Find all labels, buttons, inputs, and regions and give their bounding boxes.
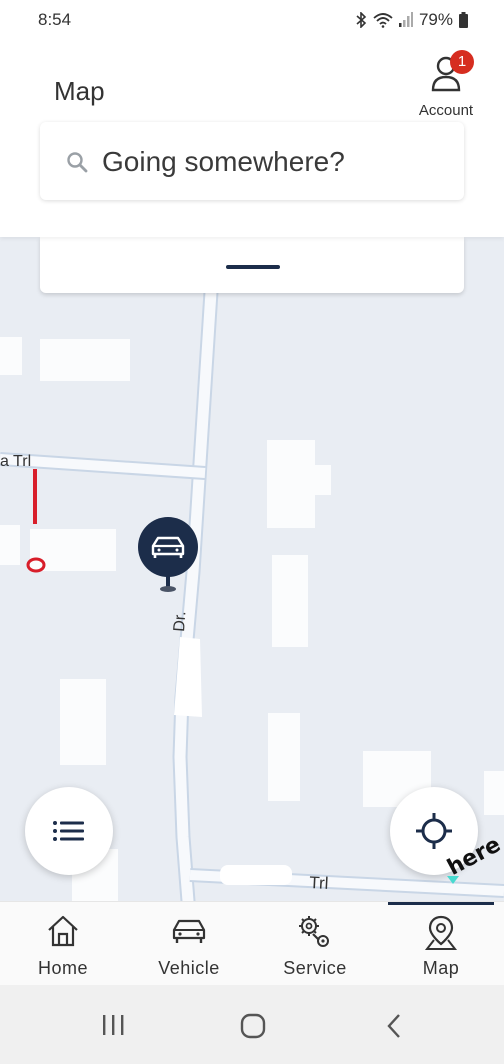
building — [315, 465, 331, 495]
bluetooth-icon — [356, 12, 367, 28]
building — [40, 339, 130, 381]
redaction-mark — [220, 865, 292, 885]
recent-apps-icon[interactable] — [100, 1013, 126, 1037]
search-input[interactable]: Going somewhere? — [40, 122, 464, 200]
drawer-handle[interactable] — [226, 265, 280, 269]
building — [60, 679, 106, 765]
search-icon — [67, 152, 88, 173]
list-view-button[interactable] — [25, 787, 113, 875]
street-label: Trl — [309, 873, 329, 893]
back-icon[interactable] — [384, 1013, 404, 1039]
nav-label: Vehicle — [158, 958, 220, 978]
building — [0, 525, 20, 565]
here-logo-mark — [447, 876, 459, 884]
redaction-mark — [174, 637, 202, 717]
crosshair-icon — [416, 813, 452, 849]
bottom-nav: Home Vehicle Service Map — [0, 901, 504, 985]
building — [0, 337, 22, 375]
building — [272, 555, 308, 647]
search-placeholder: Going somewhere? — [102, 146, 345, 177]
nav-item-map[interactable]: Map — [378, 902, 504, 985]
notification-badge: 1 — [450, 50, 474, 74]
nav-item-vehicle[interactable]: Vehicle — [126, 902, 252, 985]
car-pin-icon — [138, 517, 198, 592]
status-time: 8:54 — [38, 10, 72, 29]
nav-label: Map — [422, 958, 460, 978]
nav-label: Service — [283, 958, 347, 978]
vehicle-location-pin[interactable] — [137, 517, 199, 593]
street-label: a Trl — [0, 453, 31, 470]
drawer-sheet[interactable] — [40, 237, 464, 293]
battery-icon — [459, 12, 468, 28]
account-button[interactable]: 1 Account — [416, 48, 476, 119]
active-tab-indicator — [388, 902, 494, 905]
nav-item-home[interactable]: Home — [0, 902, 126, 985]
building — [267, 440, 315, 528]
status-icons: 79% — [355, 10, 468, 30]
system-nav-bar — [0, 985, 504, 1064]
map-pin-icon — [424, 915, 458, 950]
building — [484, 771, 504, 815]
list-icon — [53, 821, 84, 841]
wifi-icon — [373, 13, 393, 28]
signal-icon — [398, 12, 413, 27]
home-icon — [48, 915, 78, 947]
status-bar: 8:54 79% — [0, 0, 504, 40]
nav-item-service[interactable]: Service — [252, 902, 378, 985]
home-system-icon[interactable] — [239, 1013, 267, 1039]
street-label: Dr. — [171, 611, 189, 633]
page-title: Map — [54, 76, 105, 106]
battery-percent: 79% — [418, 10, 453, 29]
account-label: Account — [418, 102, 474, 119]
car-icon — [172, 919, 206, 943]
building — [268, 713, 300, 801]
header: Map 1 Account Going somewhere? — [0, 40, 504, 237]
nav-label: Home — [37, 958, 88, 978]
service-icon — [299, 916, 329, 947]
